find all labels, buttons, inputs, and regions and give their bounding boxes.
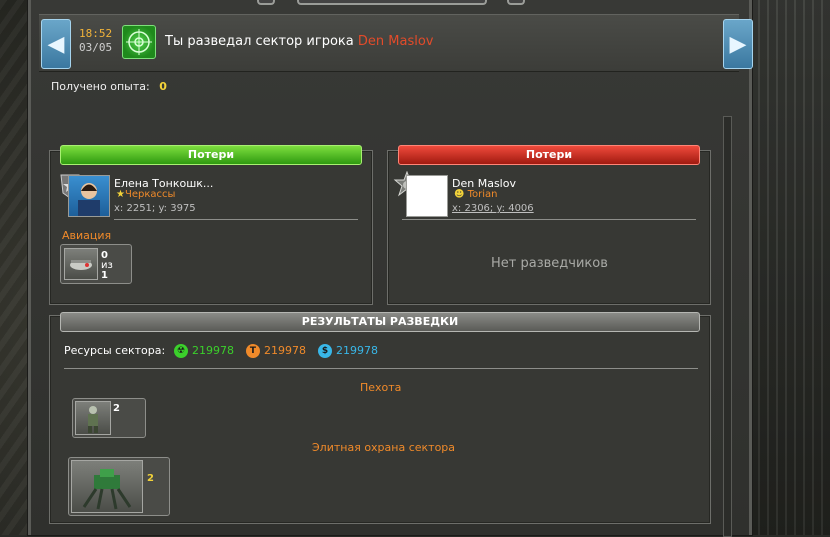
recon-results-panel: РЕЗУЛЬТАТЫ РАЗВЕДКИ Ресурсы сектора: ☢ 2… bbox=[49, 312, 711, 524]
attacker-coords[interactable]: x: 2251; y: 3975 bbox=[114, 203, 196, 214]
elite-guard-count: 2 bbox=[147, 473, 154, 484]
background-building bbox=[740, 0, 830, 535]
recon-results-header: РЕЗУЛЬТАТЫ РАЗВЕДКИ bbox=[60, 312, 700, 332]
infantry-unit-card[interactable]: 2 bbox=[72, 398, 146, 438]
resources-label: Ресурсы сектора: bbox=[64, 344, 166, 357]
top-tab-stub bbox=[297, 0, 487, 5]
attacker-city-label: Черкассы bbox=[124, 189, 176, 200]
news-bar: ◀ 18:52 03/05 Ты разведал сектор игрока … bbox=[39, 14, 753, 72]
arrow-right-icon: ▶ bbox=[729, 31, 747, 57]
attacker-city[interactable]: ★Черкассы bbox=[116, 189, 175, 200]
skull-icon: ☻ bbox=[454, 189, 465, 200]
news-timestamp: 18:52 03/05 bbox=[79, 27, 112, 55]
walker-mech-icon bbox=[71, 460, 143, 513]
aviation-title: Авиация bbox=[62, 229, 112, 242]
soldier-icon bbox=[75, 401, 111, 435]
next-news-button[interactable]: ▶ bbox=[723, 19, 753, 69]
attacker-losses-header: Потери bbox=[60, 145, 362, 165]
news-date: 03/05 bbox=[79, 41, 113, 54]
defender-city-label: Torian bbox=[467, 189, 498, 200]
player-avatar[interactable] bbox=[406, 175, 448, 217]
defender-losses-header: Потери bbox=[398, 145, 700, 165]
player-avatar[interactable] bbox=[68, 175, 110, 217]
radar-icon bbox=[122, 25, 156, 59]
aviation-unit-card[interactable]: 0 из 1 bbox=[60, 244, 132, 284]
news-message: Ты разведал сектор игрока Den Maslov bbox=[165, 34, 434, 49]
star-icon: ★ bbox=[116, 189, 125, 200]
aircraft-icon bbox=[64, 248, 98, 280]
uranium-icon: ☢ bbox=[174, 344, 188, 358]
titanium-icon: T bbox=[246, 344, 260, 358]
experience-label: Получено опыта: bbox=[51, 80, 150, 93]
no-scouts-text: Нет разведчиков bbox=[491, 256, 608, 271]
attacker-losses-panel: Потери Елена Тонкошк... ★Черкассы x: 225… bbox=[49, 145, 373, 305]
divider bbox=[64, 368, 698, 369]
infantry-title: Пехота bbox=[360, 381, 402, 394]
divider bbox=[402, 219, 696, 220]
top-tab-stub bbox=[257, 0, 275, 5]
experience-value: 0 bbox=[159, 80, 167, 93]
infantry-count: 2 bbox=[113, 403, 120, 414]
news-time: 18:52 bbox=[79, 27, 113, 40]
top-tab-stub bbox=[507, 0, 525, 5]
experience-line: Получено опыта: 0 bbox=[51, 80, 167, 93]
aviation-total-count: 1 bbox=[101, 270, 108, 281]
divider bbox=[114, 219, 358, 220]
prev-news-button[interactable]: ◀ bbox=[41, 19, 71, 69]
titanium-value: 219978 bbox=[264, 344, 306, 357]
report-panel: ◀ 18:52 03/05 Ты разведал сектор игрока … bbox=[28, 0, 753, 537]
news-player-link[interactable]: Den Maslov bbox=[358, 34, 434, 49]
scrollbar[interactable] bbox=[723, 116, 732, 537]
credits-value: 219978 bbox=[336, 344, 378, 357]
credits-icon: $ bbox=[318, 344, 332, 358]
elite-guard-title: Элитная охрана сектора bbox=[312, 441, 456, 454]
news-message-text: Ты разведал сектор игрока bbox=[165, 34, 354, 49]
arrow-left-icon: ◀ bbox=[47, 31, 65, 57]
defender-coords[interactable]: x: 2306; y: 4006 bbox=[452, 203, 534, 214]
elite-guard-unit-card[interactable]: 2 bbox=[68, 457, 170, 516]
uranium-value: 219978 bbox=[192, 344, 234, 357]
defender-city[interactable]: ☻ Torian bbox=[454, 189, 498, 200]
defender-losses-panel: Потери Den Maslov ☻ Torian x: 2306; y: 4… bbox=[387, 145, 711, 305]
